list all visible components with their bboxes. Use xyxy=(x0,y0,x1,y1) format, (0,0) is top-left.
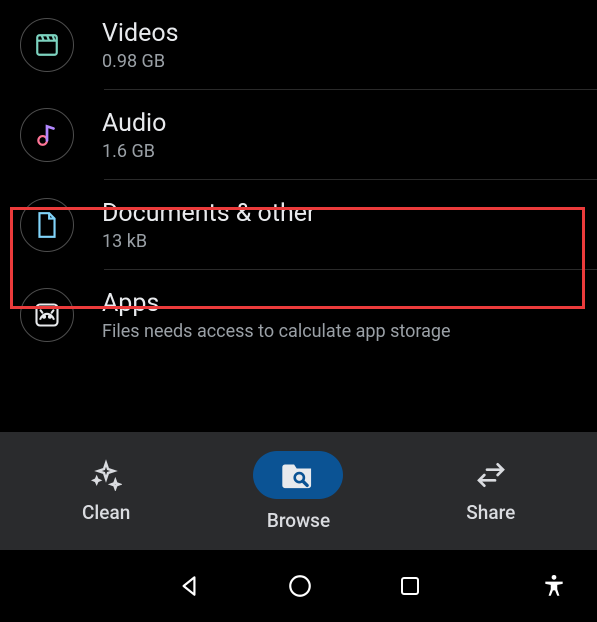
note-icon xyxy=(20,108,74,162)
category-title: Apps xyxy=(102,289,451,318)
folder-search-icon xyxy=(253,451,343,499)
category-title: Documents & other xyxy=(102,199,316,228)
system-nav-bar xyxy=(0,550,597,622)
category-size: 1.6 GB xyxy=(102,141,166,162)
category-sub: Files needs access to calculate app stor… xyxy=(102,321,451,342)
category-size: 0.98 GB xyxy=(102,51,179,72)
category-title: Audio xyxy=(102,109,166,138)
nav-label: Share xyxy=(466,501,515,524)
bottom-nav: Clean Browse Share xyxy=(0,432,597,550)
back-button[interactable] xyxy=(176,573,202,599)
clapperboard-icon xyxy=(20,18,74,72)
category-row-documents[interactable]: Documents & other 13 kB xyxy=(0,180,597,270)
category-list: Videos 0.98 GB Audio 1.6 GB Documents & … xyxy=(0,0,597,360)
sparkle-icon xyxy=(90,459,122,491)
category-row-videos[interactable]: Videos 0.98 GB xyxy=(0,0,597,90)
nav-label: Browse xyxy=(267,509,330,532)
category-row-apps[interactable]: Apps Files needs access to calculate app… xyxy=(0,270,597,360)
android-icon xyxy=(20,288,74,342)
nav-label: Clean xyxy=(82,501,130,524)
doc-icon xyxy=(20,198,74,252)
swap-icon xyxy=(475,459,507,491)
category-title: Videos xyxy=(102,19,179,48)
accessibility-button[interactable] xyxy=(541,573,567,599)
category-size: 13 kB xyxy=(102,231,316,252)
nav-clean[interactable]: Clean xyxy=(31,459,181,524)
category-row-audio[interactable]: Audio 1.6 GB xyxy=(0,90,597,180)
nav-browse[interactable]: Browse xyxy=(223,451,373,532)
recents-button[interactable] xyxy=(398,574,422,598)
home-button[interactable] xyxy=(287,573,313,599)
nav-share[interactable]: Share xyxy=(416,459,566,524)
